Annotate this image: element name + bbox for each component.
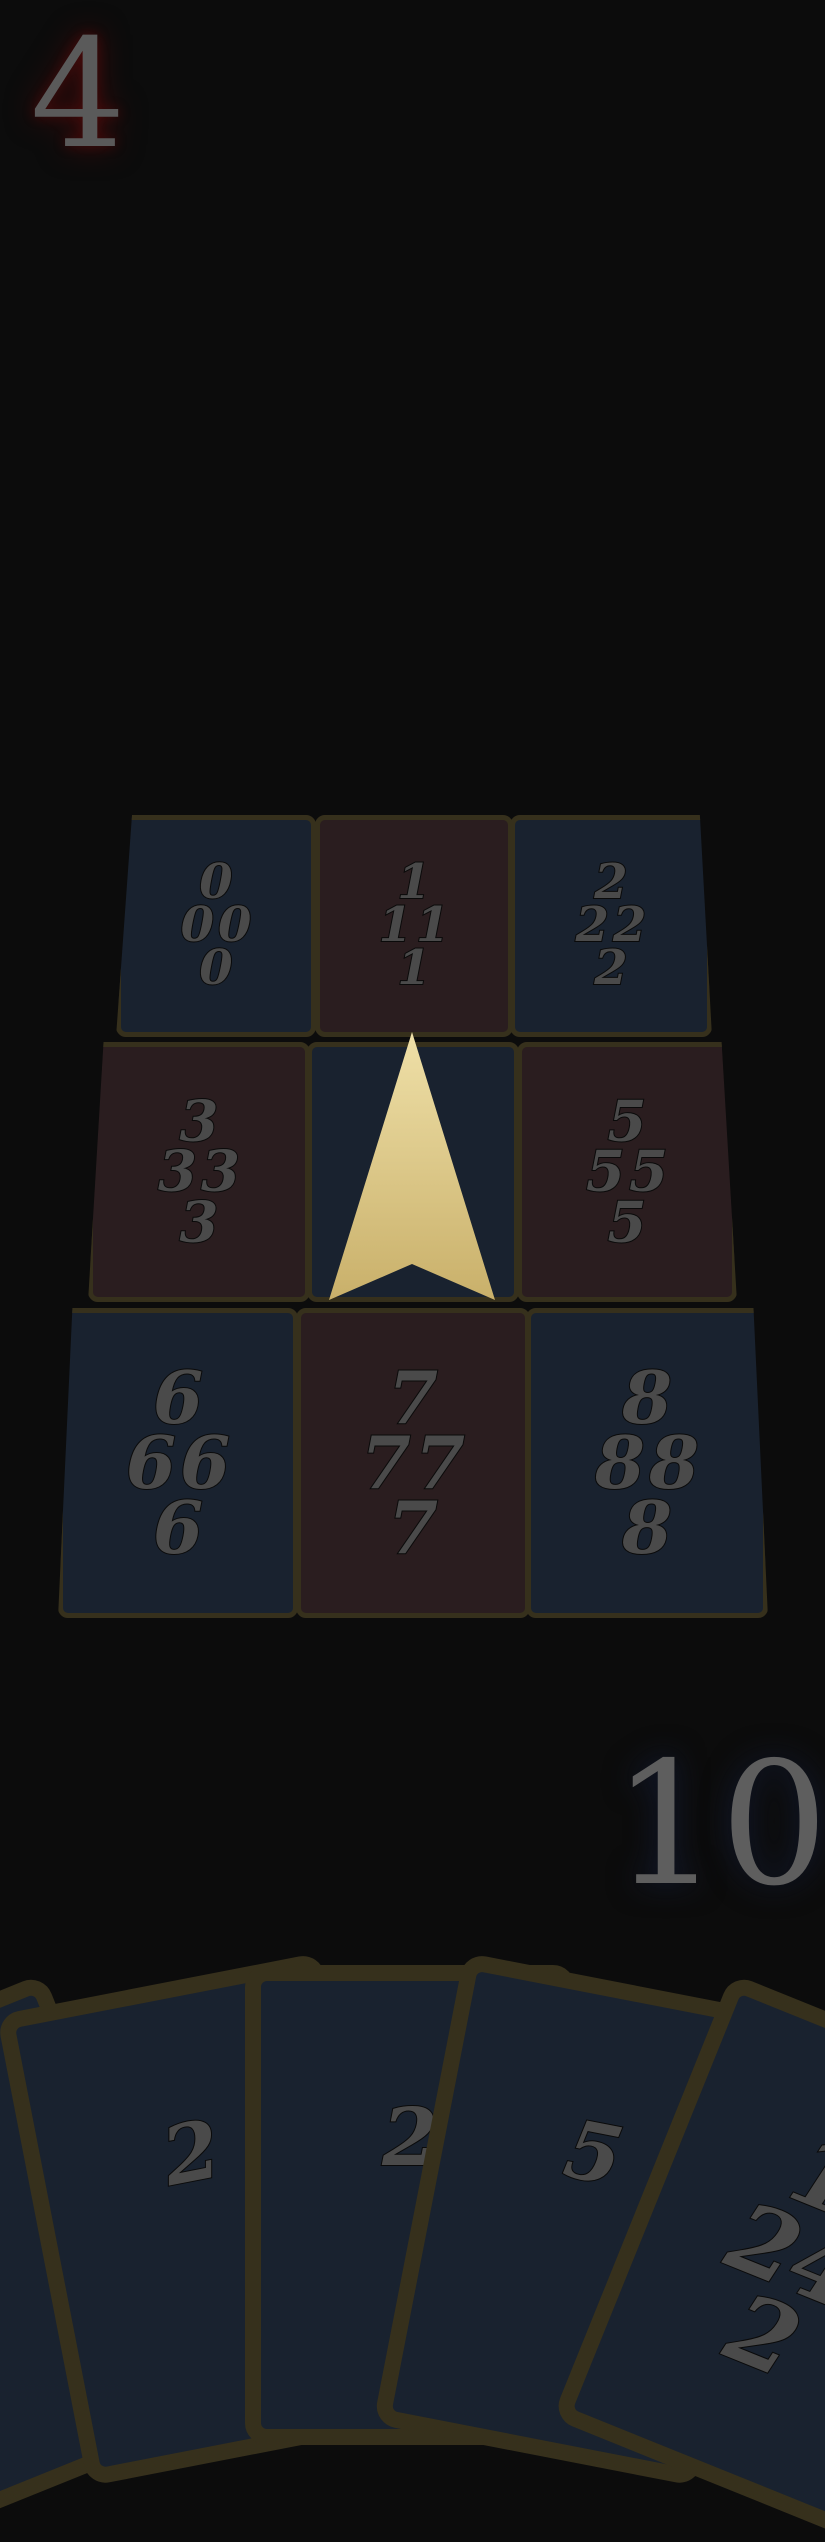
slot-pip: 3 (179, 1189, 220, 1256)
board-slot-3[interactable]: 3 33 3 (88, 1042, 310, 1302)
slot-pip: 2 (593, 940, 628, 997)
board-slot-5[interactable]: 5 55 5 (517, 1042, 737, 1302)
deck-remaining-count: 10 (612, 1726, 825, 1924)
slot-pip: 8 (621, 1354, 673, 1440)
board-slot-0[interactable]: 0 00 0 (116, 815, 316, 1037)
slot-pip: 5 (607, 1189, 648, 1256)
board-slot-7[interactable]: 7 77 7 (296, 1308, 530, 1618)
opponent-card-count: 4 (30, 8, 126, 182)
slot-pip: 1 (396, 854, 431, 911)
slot-pip: 2 (593, 854, 628, 911)
board-slot-2[interactable]: 2 22 2 (510, 815, 712, 1037)
board-slot-6[interactable]: 6 66 6 (58, 1308, 298, 1618)
slot-pip: 6 (152, 1484, 204, 1570)
arrow-up-icon (329, 1032, 495, 1300)
slot-pip: 1 (396, 940, 431, 997)
slot-pip: 7 (387, 1484, 439, 1570)
slot-pip: 0 (198, 854, 233, 911)
slot-pip: 8 (621, 1484, 673, 1570)
board-slot-8[interactable]: 8 88 8 (526, 1308, 768, 1618)
slot-pip: 0 (198, 940, 233, 997)
slot-pip: 5 (607, 1088, 648, 1155)
slot-pip: 6 (152, 1354, 204, 1440)
slot-pip: 3 (179, 1088, 220, 1155)
board-slot-1[interactable]: 1 11 1 (315, 815, 513, 1037)
slot-pip: 7 (387, 1354, 439, 1440)
